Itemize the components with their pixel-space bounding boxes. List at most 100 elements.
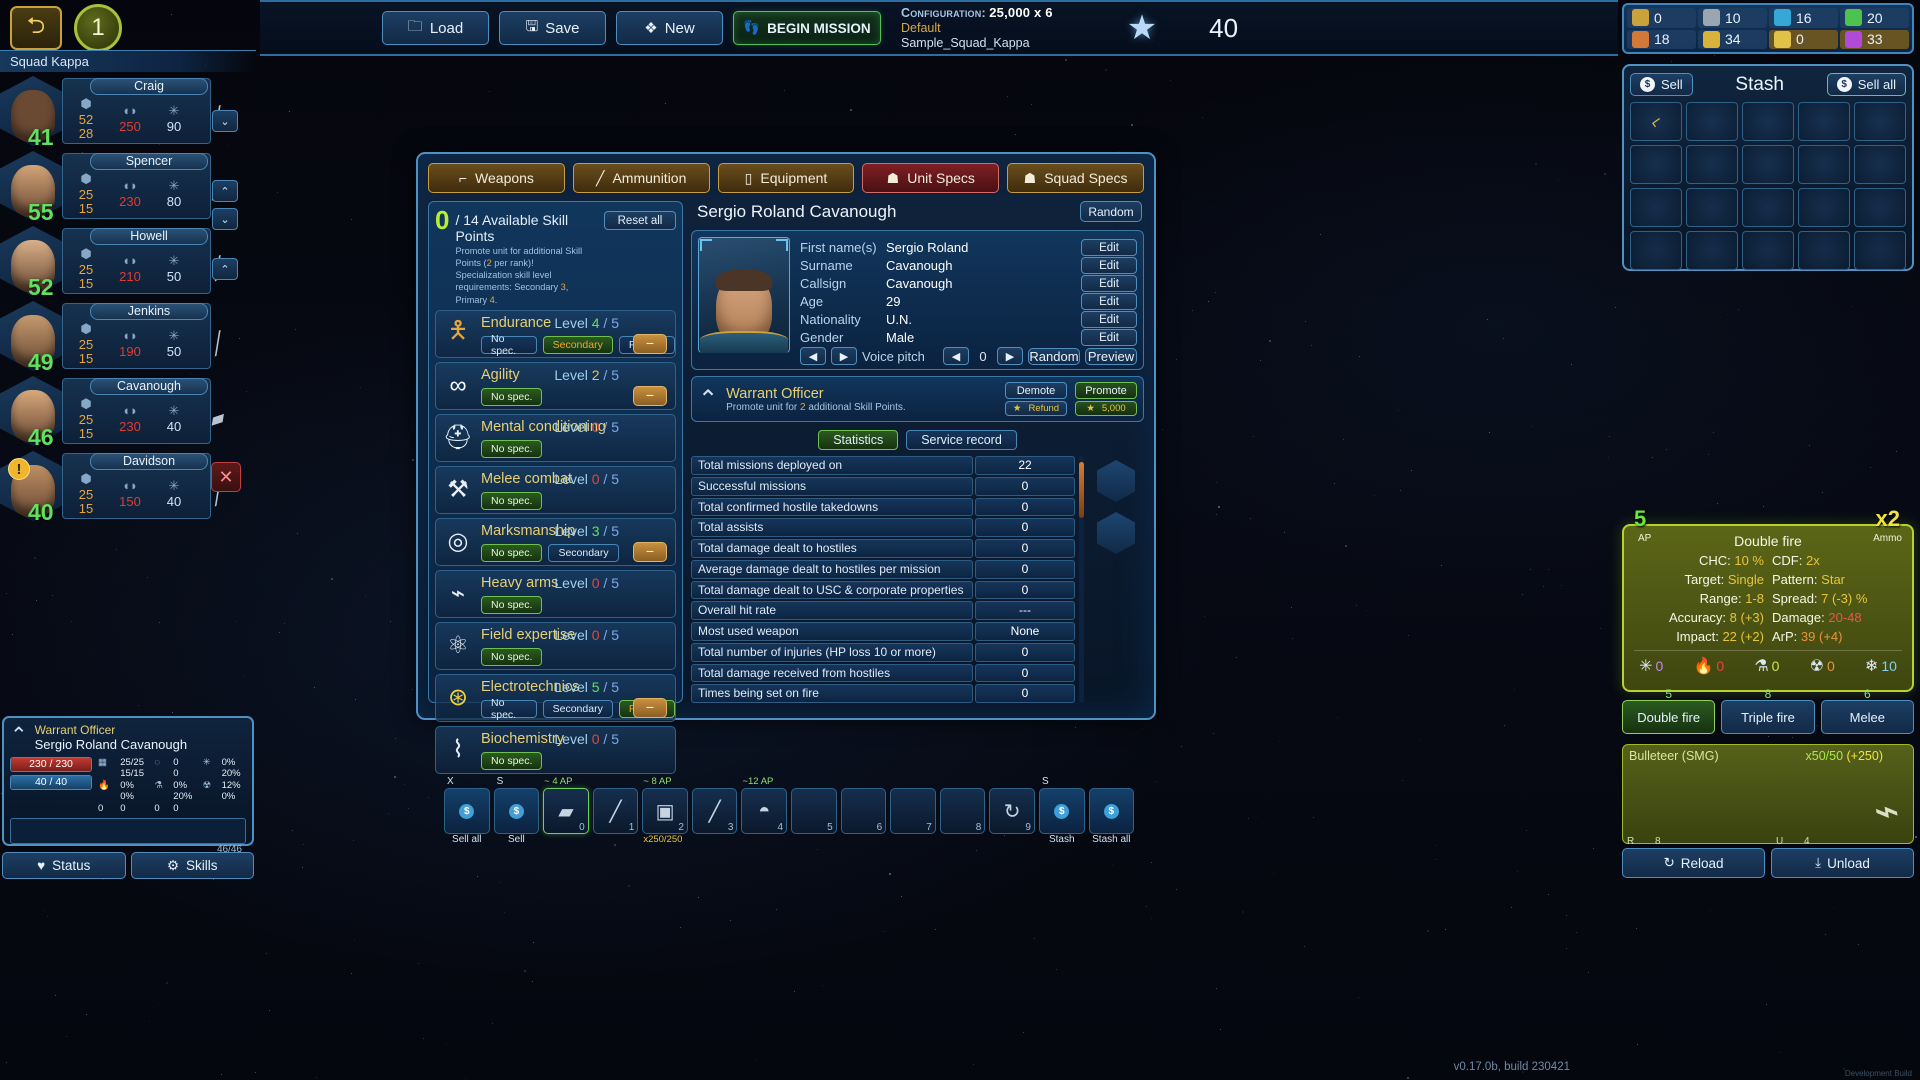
skill-endurance[interactable]: 🯅EnduranceLevel 4 / 5No spec.SecondaryPr… — [435, 310, 676, 358]
stash-slot-empty[interactable] — [1686, 102, 1738, 141]
skill-chip-nospec[interactable]: No spec. — [481, 752, 542, 770]
save-button[interactable]: 🖫 Save — [499, 11, 606, 45]
inventory-slot-1[interactable]: ╱ 1 — [593, 788, 639, 834]
inventory-slot-7[interactable]: 7 — [890, 788, 936, 834]
promote-button[interactable]: Promote — [1075, 382, 1137, 399]
stash-slot-empty[interactable] — [1630, 188, 1682, 227]
stash-slot-empty[interactable] — [1798, 145, 1850, 184]
status-button[interactable]: ♥ Status — [2, 852, 126, 879]
edit-button[interactable]: Edit — [1081, 311, 1137, 328]
tab-equipment[interactable]: ▯ Equipment — [718, 163, 855, 193]
skill-marksmanship[interactable]: ◎ Marksmanship Level 3 / 5 No spec. Secondar… — [435, 518, 676, 566]
sell-button[interactable]: $ Sell — [1630, 73, 1693, 96]
squad-unit-jenkins[interactable]: 49 Jenkins ⬢ 25 15 ◖◗ 190 ✳ 50 ╱ — [0, 300, 211, 372]
inventory-slot-2[interactable]: ~ 8 AP ▣ 2 x250/250 — [642, 788, 688, 834]
tab-unit-specs[interactable]: ☗ Unit Specs — [862, 163, 999, 193]
skill-chip-nospec[interactable]: No spec. — [481, 336, 537, 354]
unit-move-up-spencer[interactable]: ⌃ — [212, 180, 238, 202]
stash-slot-empty[interactable] — [1742, 188, 1794, 227]
skill-decrease-button[interactable]: − — [633, 334, 667, 354]
squad-unit-davidson[interactable]: ! 40 Davidson ⬢ 25 15 ◖◗ 150 ✳ 40 ╱ — [0, 450, 211, 522]
promote-cost[interactable]: ★ 5,000 — [1075, 401, 1137, 416]
sell-slot-button[interactable]: S $ Sell — [494, 788, 540, 834]
skill-chip-nospec[interactable]: No spec. — [481, 388, 542, 406]
reload-button[interactable]: ↻ Reload R8 — [1622, 848, 1765, 878]
load-button[interactable]: 🗀 Load — [382, 11, 489, 45]
skills-button[interactable]: ⚙ Skills — [131, 852, 255, 879]
begin-mission-button[interactable]: 👣 BEGIN MISSION — [733, 11, 881, 45]
stash-slot-empty[interactable] — [1686, 145, 1738, 184]
stash-all-slot-button[interactable]: $ Stash all — [1089, 788, 1135, 834]
stash-slot-filled[interactable]: ⌐ — [1630, 102, 1682, 141]
sell-all-slot-button[interactable]: X $ Sell all — [444, 788, 490, 834]
stat-tab-service-record[interactable]: Service record — [906, 430, 1017, 450]
fire-mode-melee[interactable]: 6 Melee — [1821, 700, 1914, 734]
refund-button[interactable]: ★ Refund — [1005, 401, 1067, 416]
unit-move-down-craig[interactable]: ⌄ — [212, 110, 238, 132]
voice-pitch-up-button[interactable]: ▶ — [997, 347, 1023, 365]
edit-button[interactable]: Edit — [1081, 257, 1137, 274]
skill-chip-secondary[interactable]: Secondary — [548, 544, 618, 562]
stash-slot-empty[interactable] — [1854, 145, 1906, 184]
next-portrait-button[interactable]: ▶ — [831, 347, 857, 365]
inventory-slot-6[interactable]: 6 — [841, 788, 887, 834]
reset-all-button[interactable]: Reset all — [604, 211, 676, 230]
skill-electrotechnics[interactable]: ⊛ Electrotechnics Level 5 / 5 No spec. Secon… — [435, 674, 676, 722]
squad-unit-howell[interactable]: 52Howell⬢2515◖◗210✳50╱ — [0, 225, 211, 297]
edit-button[interactable]: Edit — [1081, 275, 1137, 292]
skill-field-expertise[interactable]: ⚛ Field expertise Level 0 / 5 No spec. — [435, 622, 676, 670]
inventory-slot-5[interactable]: 5 — [791, 788, 837, 834]
stash-slot-empty[interactable] — [1854, 231, 1906, 270]
voice-random-button[interactable]: Random — [1028, 348, 1080, 365]
remove-unit-button[interactable]: ✕ — [211, 462, 241, 492]
random-unit-button[interactable]: Random — [1080, 201, 1142, 222]
stash-slot-empty[interactable] — [1630, 145, 1682, 184]
skill-agility[interactable]: ∞ Agility Level 2 / 5 No spec. − — [435, 362, 676, 410]
edit-button[interactable]: Edit — [1081, 239, 1137, 256]
inventory-slot-8[interactable]: 8 — [940, 788, 986, 834]
stash-slot-empty[interactable] — [1742, 145, 1794, 184]
fire-mode-double-fire[interactable]: 5 Double fire — [1622, 700, 1715, 734]
inventory-slot-0[interactable]: ~ 4 AP ▰ 0 — [543, 788, 589, 834]
skill-chip-nospec[interactable]: No spec. — [481, 544, 542, 562]
squad-unit-cavanough[interactable]: 46 Cavanough ⬢ 25 15 ◖◗ 230 ✳ 40 ▰ — [0, 375, 211, 447]
voice-preview-button[interactable]: Preview — [1085, 348, 1137, 365]
skill-decrease-button[interactable]: − — [633, 698, 667, 718]
edit-button[interactable]: Edit — [1081, 329, 1137, 346]
equipped-weapon-box[interactable]: Bulleteer (SMG) x50/50 (+250) ⌁ — [1622, 744, 1914, 844]
stash-slot-empty[interactable] — [1854, 102, 1906, 141]
skill-decrease-button[interactable]: − — [633, 386, 667, 406]
unload-button[interactable]: ⤓ Unload U 4 — [1771, 848, 1914, 878]
demote-button[interactable]: Demote — [1005, 382, 1067, 399]
stash-slot-empty[interactable] — [1686, 188, 1738, 227]
skill-chip-nospec[interactable]: No spec. — [481, 648, 542, 666]
skill-chip-nospec[interactable]: No spec. — [481, 492, 542, 510]
skill-decrease-button[interactable]: − — [633, 542, 667, 562]
skill-mental-conditioning[interactable]: ⛑ Mental conditioning Level 0 / 5 No spec. — [435, 414, 676, 462]
skill-melee-combat[interactable]: ⚒ Melee combat Level 0 / 5 No spec. — [435, 466, 676, 514]
fire-mode-triple-fire[interactable]: 8 Triple fire — [1721, 700, 1814, 734]
stash-slot-empty[interactable] — [1686, 231, 1738, 270]
tab-weapons[interactable]: ⌐ Weapons — [428, 163, 565, 193]
unit-move-up-howell[interactable]: ⌃ — [212, 258, 238, 280]
sell-all-button[interactable]: $ Sell all — [1827, 73, 1906, 96]
skill-chip-nospec[interactable]: No spec. — [481, 596, 542, 614]
skill-chip-secondary[interactable]: Secondary — [543, 336, 613, 354]
skill-chip-nospec[interactable]: No spec. — [481, 440, 542, 458]
stash-slot-empty[interactable] — [1742, 102, 1794, 141]
stash-slot-empty[interactable] — [1854, 188, 1906, 227]
stash-slot-empty[interactable] — [1742, 231, 1794, 270]
edit-button[interactable]: Edit — [1081, 293, 1137, 310]
stash-slot-button[interactable]: S $ Stash — [1039, 788, 1085, 834]
tab-ammunition[interactable]: ╱ Ammunition — [573, 163, 710, 193]
squad-unit-craig[interactable]: 41Craig⬢5228◖◗250✳90╱ — [0, 75, 211, 147]
unit-move-down-spencer[interactable]: ⌄ — [212, 208, 238, 230]
stash-slot-empty[interactable] — [1630, 231, 1682, 270]
prev-portrait-button[interactable]: ◀ — [800, 347, 826, 365]
back-button[interactable]: ⮌ — [10, 6, 62, 50]
stash-slot-empty[interactable] — [1798, 102, 1850, 141]
inventory-slot-3[interactable]: ╱ 3 — [692, 788, 738, 834]
statistics-scrollbar[interactable] — [1079, 456, 1084, 703]
new-button[interactable]: ❖ New — [616, 11, 723, 45]
voice-pitch-down-button[interactable]: ◀ — [943, 347, 969, 365]
